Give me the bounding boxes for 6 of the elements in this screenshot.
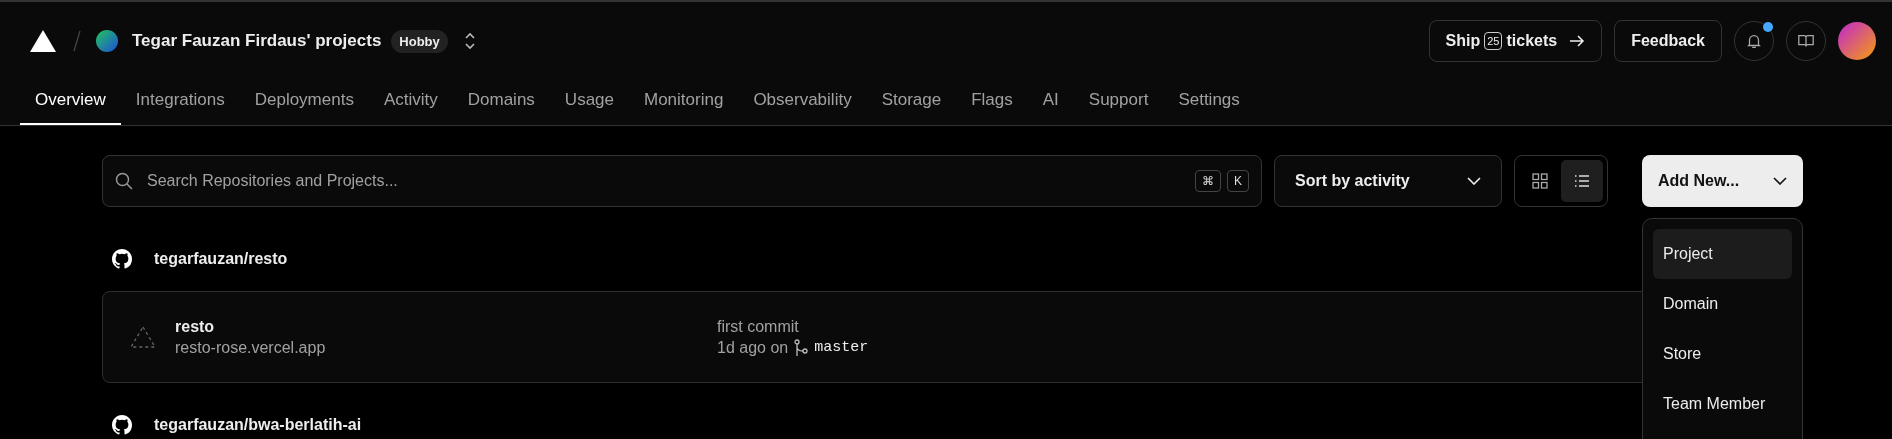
shortcut-key: ⌘ xyxy=(1195,170,1221,192)
shortcut-key: K xyxy=(1227,170,1249,192)
commit-message: first commit xyxy=(717,317,800,336)
branch-name: master xyxy=(814,339,869,356)
commit-age: 1d ago on xyxy=(717,338,789,357)
plan-badge: Hobby xyxy=(391,29,448,53)
